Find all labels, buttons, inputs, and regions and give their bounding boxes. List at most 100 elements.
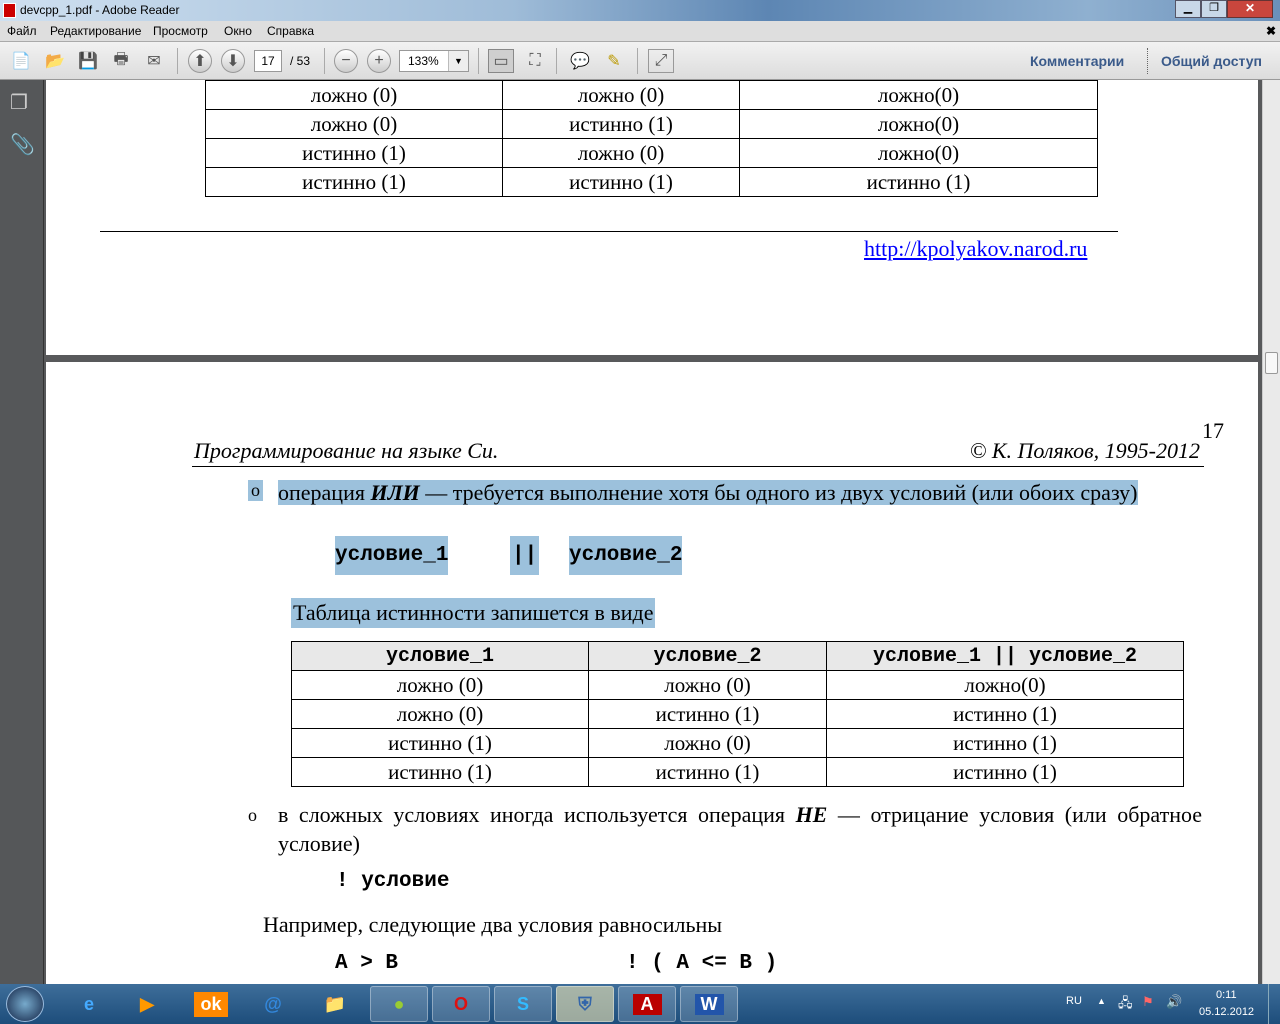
menu-file[interactable]: Файл [7,24,37,38]
previous-page-button[interactable]: ⬆ [188,49,212,73]
action-center-icon[interactable]: ⚑ [1142,994,1154,1010]
table-cell: истинно (1) [588,757,827,787]
running-header-author: © К. Поляков, 1995-2012 [969,438,1200,463]
table-cell: ложно(0) [739,138,1098,168]
odnoklassniki-icon[interactable]: ok [194,991,228,1017]
table-cell: истинно (1) [502,167,740,197]
next-page-button[interactable]: ⬇ [221,49,245,73]
table-cell: ложно(0) [739,80,1098,110]
table-cell: истинно (1) [826,757,1184,787]
scrollbar-thumb[interactable] [1265,352,1278,374]
footer-rule [100,231,1118,232]
zoom-value: 133% [408,54,439,68]
bullet: o [248,480,263,501]
file-explorer-icon[interactable]: 📁 [306,986,364,1022]
menu-window[interactable]: Окно [224,24,252,38]
table-cell: ложно (0) [588,670,827,700]
table-cell: ложно(0) [826,670,1184,700]
not-paragraph: в сложных условиях иногда используется о… [278,802,1203,856]
table-row: ложно (0) ложно (0) ложно(0) [291,670,1184,700]
pdf-page-17: 17 Программирование на языке Си. © К. По… [46,362,1258,984]
table-row: истинно (1) ложно (0) ложно(0) [205,138,1098,168]
skype-icon[interactable]: S [494,986,552,1022]
pdf-app-icon [3,3,16,18]
title-bar: devcpp_1.pdf - Adobe Reader ▁ ❐ ✕ [0,0,1280,21]
internet-explorer-icon[interactable]: e [60,986,118,1022]
taskbar: e ▶ ok @ 📁 ● O S ⛨ A W RU ▲ 🖧 ⚑ 🔊 0:11 0… [0,984,1280,1024]
chevron-down-icon[interactable]: ▼ [448,51,468,71]
table-row: истинно (1) истинно (1) истинно (1) [205,167,1098,197]
email-icon[interactable]: ✉ [141,49,167,73]
website-link[interactable]: http://kpolyakov.narod.ru [864,236,1087,262]
print-icon[interactable]: 🖶 [108,49,134,73]
fullscreen-icon[interactable]: ⤢ [648,49,674,73]
truth-table-and: ложно (0) ложно (0) ложно(0) ложно (0) истин… [205,80,1098,197]
volume-icon[interactable]: 🔊 [1166,994,1182,1010]
mail-agent-icon[interactable]: @ [244,986,302,1022]
clock-time[interactable]: 0:11 [1216,989,1237,1001]
show-desktop-button[interactable] [1268,984,1280,1024]
menu-bar: Файл Редактирование Просмотр Окно Справк… [0,21,1280,42]
table-row: ложно (0) истинно (1) истинно (1) [291,699,1184,729]
restore-button[interactable]: ❐ [1201,0,1227,18]
security-shield-icon[interactable]: ⛨ [556,986,614,1022]
word-icon[interactable]: W [694,993,724,1015]
code-condition-1: условие_1 [335,536,449,575]
start-button[interactable] [6,986,44,1022]
table-cell: истинно (1) [291,728,589,758]
table-row: истинно (1) ложно (0) истинно (1) [291,728,1184,758]
document-view: ложно (0) ложно (0) ложно(0) ложно (0) истин… [44,80,1262,984]
table-cell: истинно (1) [826,728,1184,758]
zoom-in-button[interactable]: + [367,49,391,73]
code-example-right: ! ( A <= B ) [626,952,778,975]
table-header: условие_1 || условие_2 [826,641,1184,671]
menu-edit[interactable]: Редактирование [50,24,141,38]
pages-icon[interactable]: ❐ [10,90,30,114]
pdf-page-16: ложно (0) ложно (0) ложно(0) ложно (0) истин… [46,80,1258,355]
scroll-mode-icon[interactable]: ▭ [488,49,514,73]
clock-date[interactable]: 05.12.2012 [1199,1006,1254,1018]
opera-icon[interactable]: O [432,986,490,1022]
zoom-select[interactable]: 133% ▼ [399,50,469,72]
table-cell: ложно (0) [205,80,503,110]
attachments-icon[interactable]: 📎 [10,132,35,156]
code-or-operator: || [510,536,540,575]
toolbar: 📄 📂 💾 🖶 ✉ ⬆ ⬇ 17 / 53 − + 133% ▼ ▭ ⛶ 💬 ✎ … [0,42,1280,80]
code-example-left: A > B [335,952,399,975]
close-document-icon[interactable]: ✖ [1266,24,1276,38]
table-cell: истинно (1) [291,757,589,787]
language-indicator[interactable]: RU [1066,995,1082,1007]
page-number: 17 [1202,418,1224,443]
share-button[interactable]: Общий доступ [1161,53,1262,69]
bullet: o [248,805,257,825]
vertical-scrollbar[interactable] [1262,80,1280,984]
network-icon[interactable]: 🖧 [1118,994,1133,1016]
truth-table-or: условие_1 условие_2 условие_1 || условие_2… [291,641,1184,787]
zoom-out-button[interactable]: − [334,49,358,73]
minimize-button[interactable]: ▁ [1175,0,1201,18]
close-button[interactable]: ✕ [1227,0,1273,18]
table-cell: ложно (0) [291,699,589,729]
app-icon[interactable]: ● [370,986,428,1022]
table-cell: ложно (0) [291,670,589,700]
media-player-icon[interactable]: ▶ [118,986,176,1022]
adobe-reader-icon[interactable]: A [632,993,662,1015]
menu-view[interactable]: Просмотр [153,24,208,38]
page-number-input[interactable]: 17 [254,50,282,72]
table-cell: истинно (1) [502,109,740,139]
create-pdf-icon[interactable]: 📄 [8,49,34,73]
table-cell: истинно (1) [588,699,827,729]
save-icon[interactable]: 💾 [75,49,101,73]
comments-button[interactable]: Комментарии [1030,53,1124,69]
window-title: devcpp_1.pdf - Adobe Reader [20,3,180,17]
code-not-condition: ! условие [336,870,450,893]
running-header-title: Программирование на языке Си. [194,438,499,463]
table-header: условие_2 [588,641,827,671]
open-icon[interactable]: 📂 [42,49,68,73]
highlight-text-icon[interactable]: ✎ [601,49,627,73]
menu-help[interactable]: Справка [267,24,314,38]
table-intro: Таблица истинности запишется в виде [291,598,656,628]
comment-icon[interactable]: 💬 [567,49,593,73]
fit-page-icon[interactable]: ⛶ [522,49,548,73]
show-hidden-icons[interactable]: ▲ [1097,996,1106,1006]
